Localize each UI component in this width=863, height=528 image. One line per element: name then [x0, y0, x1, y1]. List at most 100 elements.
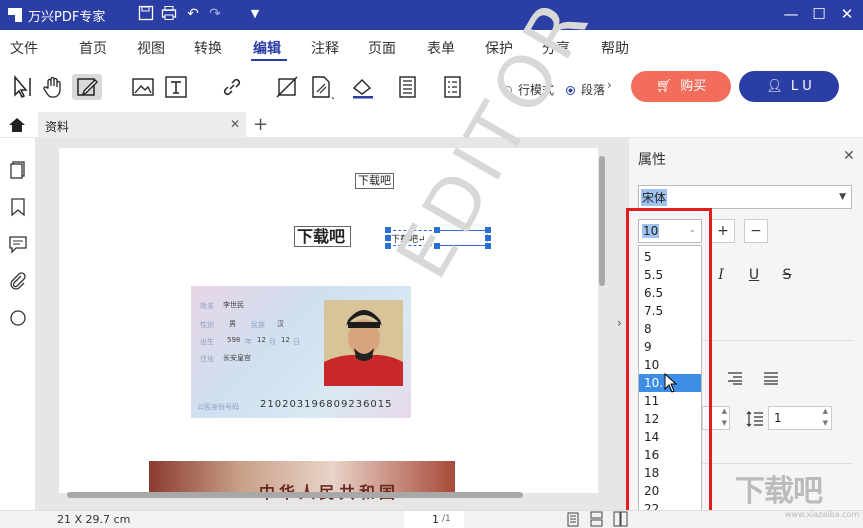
continuous-view-icon[interactable]: [589, 511, 604, 527]
comments-icon[interactable]: [8, 234, 28, 254]
app-logo-icon: [8, 8, 22, 22]
site-watermark-url: www.xiazaiba.com: [785, 510, 860, 519]
close-properties-icon[interactable]: ✕: [843, 148, 855, 164]
watermark-icon[interactable]: ⌄: [308, 74, 337, 101]
menu-home[interactable]: 首页: [79, 38, 107, 58]
close-window-icon[interactable]: ✕: [836, 3, 858, 25]
link-icon[interactable]: [219, 74, 245, 100]
id-nation: 汉: [277, 320, 284, 328]
line-spacing-value: 1: [774, 411, 782, 425]
spin-up-icon[interactable]: ▲: [722, 407, 727, 415]
font-family-select[interactable]: 宋体 ▼: [638, 185, 852, 209]
user-account-button[interactable]: 👤︎ L U: [739, 71, 839, 102]
menu-page[interactable]: 页面: [368, 38, 396, 58]
line-spacing-icon: [746, 411, 763, 427]
document-tab[interactable]: 资料 ✕: [38, 112, 246, 138]
id-birth-day: 12: [281, 336, 290, 344]
menu-edit[interactable]: 编辑: [253, 38, 281, 58]
attachment-icon[interactable]: [8, 271, 28, 291]
id-sex-label: 性别: [200, 321, 214, 329]
resize-handle[interactable]: [485, 235, 491, 241]
menu-help[interactable]: 帮助: [601, 38, 629, 58]
menu-view[interactable]: 视图: [137, 38, 165, 58]
id-number-label: 公民身份号码: [197, 403, 239, 411]
home-icon[interactable]: [8, 116, 26, 134]
menu-form[interactable]: 表单: [427, 38, 455, 58]
site-watermark-logo: 下载吧 www.xiazaiba.com: [735, 466, 863, 526]
background-icon[interactable]: [350, 74, 376, 100]
id-name-label: 姓名: [200, 302, 214, 310]
id-number: 210203196809236015: [260, 399, 393, 410]
minimize-icon[interactable]: —: [780, 3, 802, 25]
print-icon[interactable]: [160, 5, 178, 23]
redo-icon[interactable]: ↷: [206, 5, 224, 23]
panel-divider: [702, 463, 852, 464]
search-icon[interactable]: [8, 308, 28, 328]
id-address: 长安皇宫: [223, 354, 251, 362]
spin-down-icon[interactable]: ▼: [722, 419, 727, 427]
title-bar: 万兴PDF专家 ↶ ↷ ▼ — ☐ ✕: [0, 0, 863, 30]
menu-convert[interactable]: 转换: [194, 38, 222, 58]
menu-comment[interactable]: 注释: [311, 38, 339, 58]
hand-tool-icon[interactable]: [41, 74, 67, 100]
vertical-scrollbar[interactable]: [597, 148, 607, 493]
id-birth-label: 出生: [200, 338, 214, 346]
maximize-icon[interactable]: ☐: [808, 3, 830, 25]
edit-toolbar: ⌄: [0, 64, 863, 110]
current-page: 1: [432, 513, 439, 526]
cart-icon: 🛒︎: [655, 79, 673, 94]
chevron-down-icon: ▼: [839, 192, 846, 202]
bates-number-icon[interactable]: [440, 74, 466, 100]
spin-up-icon[interactable]: ▲: [823, 407, 828, 415]
app-title: 万兴PDF专家: [28, 10, 106, 25]
text-box-small[interactable]: 下载吧: [355, 173, 394, 189]
header-footer-icon[interactable]: [395, 74, 421, 100]
id-sex: 男: [229, 320, 236, 328]
document-tab-label: 资料: [45, 120, 70, 134]
decrease-font-size-button[interactable]: −: [744, 219, 768, 243]
mouse-cursor-icon: [664, 373, 678, 393]
select-tool-icon[interactable]: [10, 74, 36, 100]
close-tab-icon[interactable]: ✕: [230, 117, 240, 131]
panel-divider: [702, 340, 852, 341]
page-number-field[interactable]: 1 /1: [404, 511, 464, 528]
menu-bar: 文件 首页 视图 转换 编辑 注释 页面 表单 保护 分享 帮助: [0, 30, 863, 64]
underline-icon[interactable]: U: [741, 263, 767, 287]
active-menu-indicator: [251, 59, 287, 61]
page-size-readout: 21 X 29.7 cm: [57, 513, 131, 526]
toolbar-more-chevron-icon[interactable]: ›: [607, 78, 612, 92]
line-spacing-field[interactable]: 1 ▲ ▼: [768, 406, 832, 430]
increase-font-size-button[interactable]: +: [711, 219, 735, 243]
add-text-icon[interactable]: [163, 74, 189, 100]
left-sidebar: [0, 138, 36, 510]
undo-icon[interactable]: ↶: [184, 5, 202, 23]
add-image-icon[interactable]: [130, 74, 156, 100]
collapse-right-panel-icon[interactable]: ›: [617, 316, 622, 330]
bookmark-icon[interactable]: [8, 197, 28, 217]
vertical-scroll-thumb[interactable]: [599, 156, 605, 286]
resize-handle[interactable]: [485, 243, 491, 249]
total-pages: /1: [442, 514, 451, 524]
properties-title: 属性: [638, 152, 666, 168]
text-box-bold[interactable]: 下载吧: [294, 226, 351, 247]
two-page-view-icon[interactable]: [613, 511, 628, 527]
quick-access-dropdown-icon[interactable]: ▼: [246, 5, 264, 23]
strikethrough-icon[interactable]: S: [774, 263, 800, 287]
thumbnails-icon[interactable]: [8, 160, 28, 180]
svg-text:⌄: ⌄: [330, 92, 334, 100]
id-birth-year: 598: [227, 336, 241, 344]
single-page-view-icon[interactable]: [566, 512, 580, 527]
site-watermark-text: 下载吧: [735, 474, 823, 509]
horizontal-scrollbar[interactable]: [59, 490, 598, 500]
edit-text-tool-icon[interactable]: [72, 74, 102, 100]
menu-file[interactable]: 文件: [10, 38, 38, 58]
align-right-icon[interactable]: [722, 369, 748, 393]
crop-icon[interactable]: [274, 74, 300, 100]
buy-button[interactable]: 🛒︎ 购买: [631, 71, 731, 102]
save-icon[interactable]: [137, 5, 155, 23]
justify-icon[interactable]: [758, 369, 784, 393]
second-card-image[interactable]: 中华人民共和国: [149, 461, 455, 502]
new-tab-icon[interactable]: +: [253, 114, 268, 135]
spin-down-icon[interactable]: ▼: [823, 419, 828, 427]
horizontal-scroll-thumb[interactable]: [67, 492, 523, 498]
